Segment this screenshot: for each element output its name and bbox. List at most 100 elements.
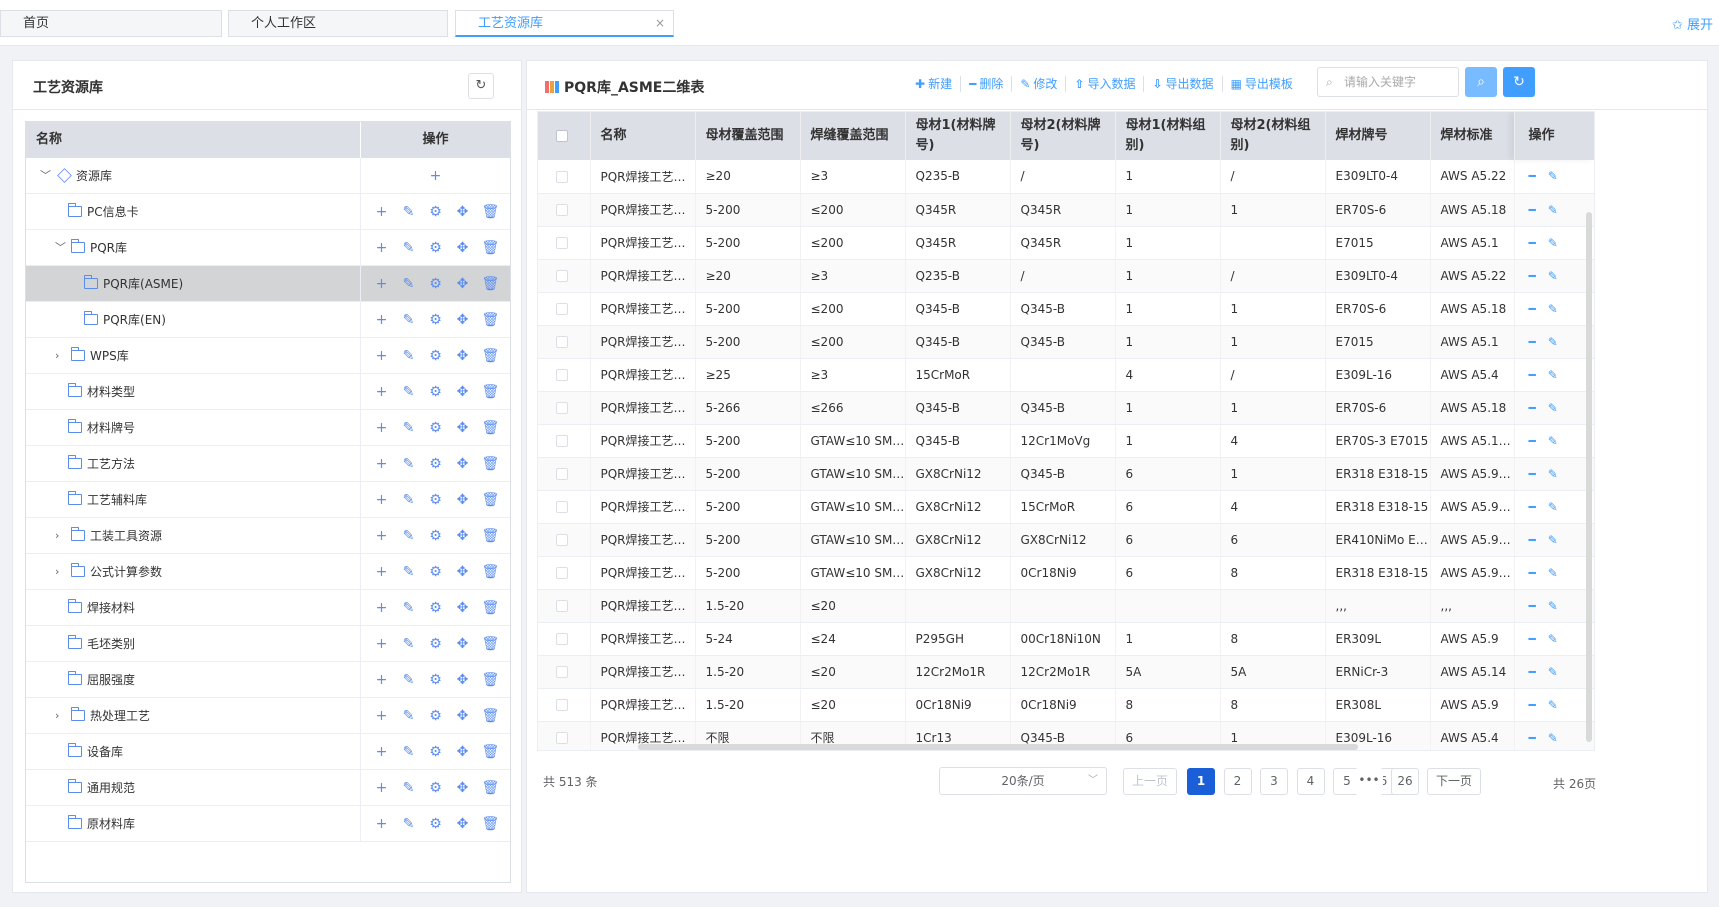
vertical-scrollbar[interactable] bbox=[1586, 212, 1592, 742]
settings-icon[interactable]: ⚙ bbox=[428, 734, 444, 770]
edit-icon[interactable]: ✎ bbox=[1548, 566, 1558, 580]
tree-row[interactable]: 焊接材料 + ✎ ⚙ ✥ 🗑 bbox=[26, 590, 510, 626]
remove-icon[interactable]: ━ bbox=[1529, 401, 1536, 415]
add-icon[interactable]: + bbox=[374, 626, 390, 662]
tree-row[interactable]: › 热处理工艺 + ✎ ⚙ ✥ 🗑 bbox=[26, 698, 510, 734]
row-checkbox[interactable] bbox=[556, 468, 568, 480]
remove-icon[interactable]: ━ bbox=[1529, 335, 1536, 349]
edit-icon[interactable]: ✎ bbox=[1548, 401, 1558, 415]
add-icon[interactable]: + bbox=[374, 338, 390, 374]
edit-icon[interactable]: ✎ bbox=[401, 734, 417, 770]
remove-icon[interactable]: ━ bbox=[1529, 203, 1536, 217]
tree-row[interactable]: › WPS库 + ✎ ⚙ ✥ 🗑 bbox=[26, 338, 510, 374]
tree-row[interactable]: PQR库(EN) + ✎ ⚙ ✥ 🗑 bbox=[26, 302, 510, 338]
settings-icon[interactable]: ⚙ bbox=[428, 446, 444, 482]
edit-icon[interactable]: ✎ bbox=[1548, 434, 1558, 448]
page-button[interactable]: 2 bbox=[1223, 768, 1252, 795]
delete-icon[interactable]: 🗑 bbox=[482, 518, 500, 554]
row-checkbox[interactable] bbox=[556, 402, 568, 414]
table-row[interactable]: PQR焊接工艺评定 5-200 GTAW≤10 SMAW GX8CrNi12 GX8Cr… bbox=[538, 523, 1594, 557]
move-icon[interactable]: ✥ bbox=[455, 446, 471, 482]
tree-row[interactable]: 材料牌号 + ✎ ⚙ ✥ 🗑 bbox=[26, 410, 510, 446]
add-icon[interactable]: + bbox=[374, 662, 390, 698]
row-checkbox[interactable] bbox=[556, 237, 568, 249]
refresh-button[interactable]: ↻ bbox=[1503, 67, 1535, 97]
table-row[interactable]: PQR焊接工艺评定 ≥20 ≥3 Q235-B/1/E309LT0-4 AWS A5.2… bbox=[538, 160, 1594, 194]
settings-icon[interactable]: ⚙ bbox=[428, 482, 444, 518]
chevron-right-icon[interactable]: › bbox=[55, 518, 59, 554]
tree-refresh-button[interactable]: ↻ bbox=[468, 73, 494, 99]
add-icon[interactable]: + bbox=[374, 590, 390, 626]
delete-icon[interactable]: 🗑 bbox=[482, 266, 500, 302]
add-icon[interactable]: + bbox=[374, 266, 390, 302]
row-checkbox[interactable] bbox=[556, 666, 568, 678]
tree-row[interactable]: PQR库(ASME) + ✎ ⚙ ✥ 🗑 bbox=[26, 266, 510, 302]
tab-workspace[interactable]: 个人工作区 bbox=[228, 10, 448, 37]
page-button[interactable]: 3 bbox=[1260, 768, 1288, 795]
row-checkbox[interactable] bbox=[556, 501, 568, 513]
page-ellipsis[interactable]: ••• bbox=[1355, 768, 1383, 795]
table-row[interactable]: PQR焊接工艺评定 ≥25 ≥3 15CrMoR 4/E309L-16 AWS A5.4 ━… bbox=[538, 358, 1594, 392]
tree-row[interactable]: ﹀ PQR库 + ✎ ⚙ ✥ 🗑 bbox=[26, 230, 510, 266]
tree-row[interactable]: 工艺方法 + ✎ ⚙ ✥ 🗑 bbox=[26, 446, 510, 482]
remove-icon[interactable]: ━ bbox=[1529, 632, 1536, 646]
export-data-button[interactable]: ⇩ 导出数据 bbox=[1144, 76, 1223, 92]
tree-row[interactable]: › 公式计算参数 + ✎ ⚙ ✥ 🗑 bbox=[26, 554, 510, 590]
edit-icon[interactable]: ✎ bbox=[401, 194, 417, 230]
table-row[interactable]: PQR焊接工艺评定 5-200 GTAW≤10 SMAW GX8CrNi12 0Cr18… bbox=[538, 556, 1594, 590]
settings-icon[interactable]: ⚙ bbox=[428, 806, 444, 842]
delete-icon[interactable]: 🗑 bbox=[482, 626, 500, 662]
table-row[interactable]: PQR焊接工艺评定 5-200 ≤200 Q345R Q345R 1 1 ER70S-6 AWS… bbox=[538, 193, 1594, 227]
add-icon[interactable]: + bbox=[374, 518, 390, 554]
close-icon[interactable]: × bbox=[655, 11, 665, 36]
add-icon[interactable]: + bbox=[374, 446, 390, 482]
add-icon[interactable]: + bbox=[374, 698, 390, 734]
page-button[interactable]: 4 bbox=[1296, 768, 1325, 795]
delete-icon[interactable]: 🗑 bbox=[482, 770, 500, 806]
settings-icon[interactable]: ⚙ bbox=[428, 554, 444, 590]
edit-icon[interactable]: ✎ bbox=[401, 662, 417, 698]
edit-icon[interactable]: ✎ bbox=[1548, 236, 1558, 250]
settings-icon[interactable]: ⚙ bbox=[428, 194, 444, 230]
move-icon[interactable]: ✥ bbox=[455, 626, 471, 662]
edit-icon[interactable]: ✎ bbox=[401, 806, 417, 842]
delete-icon[interactable]: 🗑 bbox=[482, 806, 500, 842]
settings-icon[interactable]: ⚙ bbox=[428, 770, 444, 806]
tree-row[interactable]: 原材料库 + ✎ ⚙ ✥ 🗑 bbox=[26, 806, 510, 842]
remove-icon[interactable]: ━ bbox=[1529, 599, 1536, 613]
edit-icon[interactable]: ✎ bbox=[1548, 632, 1558, 646]
remove-icon[interactable]: ━ bbox=[1529, 368, 1536, 382]
settings-icon[interactable]: ⚙ bbox=[428, 230, 444, 266]
export-template-button[interactable]: ▦ 导出模板 bbox=[1223, 76, 1301, 92]
table-row[interactable]: PQR焊接工艺评定 5-24 ≤24 P295GH 00Cr18Ni10N 1 8 ER309… bbox=[538, 622, 1594, 656]
tree-row[interactable]: PC信息卡 + ✎ ⚙ ✥ 🗑 bbox=[26, 194, 510, 230]
add-icon[interactable]: + bbox=[374, 410, 390, 446]
delete-icon[interactable]: 🗑 bbox=[482, 734, 500, 770]
move-icon[interactable]: ✥ bbox=[455, 302, 471, 338]
remove-icon[interactable]: ━ bbox=[1529, 533, 1536, 547]
new-button[interactable]: ✚ 新建 bbox=[907, 76, 962, 92]
tree-row[interactable]: 毛坯类别 + ✎ ⚙ ✥ 🗑 bbox=[26, 626, 510, 662]
edit-icon[interactable]: ✎ bbox=[401, 590, 417, 626]
remove-icon[interactable]: ━ bbox=[1529, 169, 1536, 183]
delete-icon[interactable]: 🗑 bbox=[482, 590, 500, 626]
table-row[interactable]: PQR焊接工艺评定 5-200 ≤200 Q345R Q345R 1 E7015 AWS A5… bbox=[538, 226, 1594, 260]
move-icon[interactable]: ✥ bbox=[455, 194, 471, 230]
table-row[interactable]: PQR焊接工艺评定 1.5-20 ≤20,,,,,, ━ ✎ bbox=[538, 589, 1594, 623]
table-row[interactable]: PQR焊接工艺评定 1.5-20 ≤20 0Cr18Ni9 0Cr18Ni9 8 8 ER30… bbox=[538, 688, 1594, 722]
page-size-select[interactable]: 20条/页 ﹀ bbox=[939, 767, 1107, 795]
edit-icon[interactable]: ✎ bbox=[1548, 665, 1558, 679]
row-checkbox[interactable] bbox=[556, 435, 568, 447]
edit-icon[interactable]: ✎ bbox=[401, 518, 417, 554]
tree-row[interactable]: 设备库 + ✎ ⚙ ✥ 🗑 bbox=[26, 734, 510, 770]
page-button[interactable]: 1 bbox=[1187, 768, 1215, 795]
edit-button[interactable]: ✎ 修改 bbox=[1012, 76, 1067, 92]
chevron-right-icon[interactable]: › bbox=[55, 698, 59, 734]
move-icon[interactable]: ✥ bbox=[455, 734, 471, 770]
page-last-button[interactable]: 26 bbox=[1391, 768, 1419, 795]
expand-button[interactable]: ✩ 展开 bbox=[1672, 14, 1713, 33]
table-row[interactable]: PQR焊接工艺评定 5-200 ≤200 Q345-B Q345-B 1 1 E7015 AWS… bbox=[538, 325, 1594, 359]
delete-icon[interactable]: 🗑 bbox=[482, 194, 500, 230]
remove-icon[interactable]: ━ bbox=[1529, 269, 1536, 283]
row-checkbox[interactable] bbox=[556, 699, 568, 711]
